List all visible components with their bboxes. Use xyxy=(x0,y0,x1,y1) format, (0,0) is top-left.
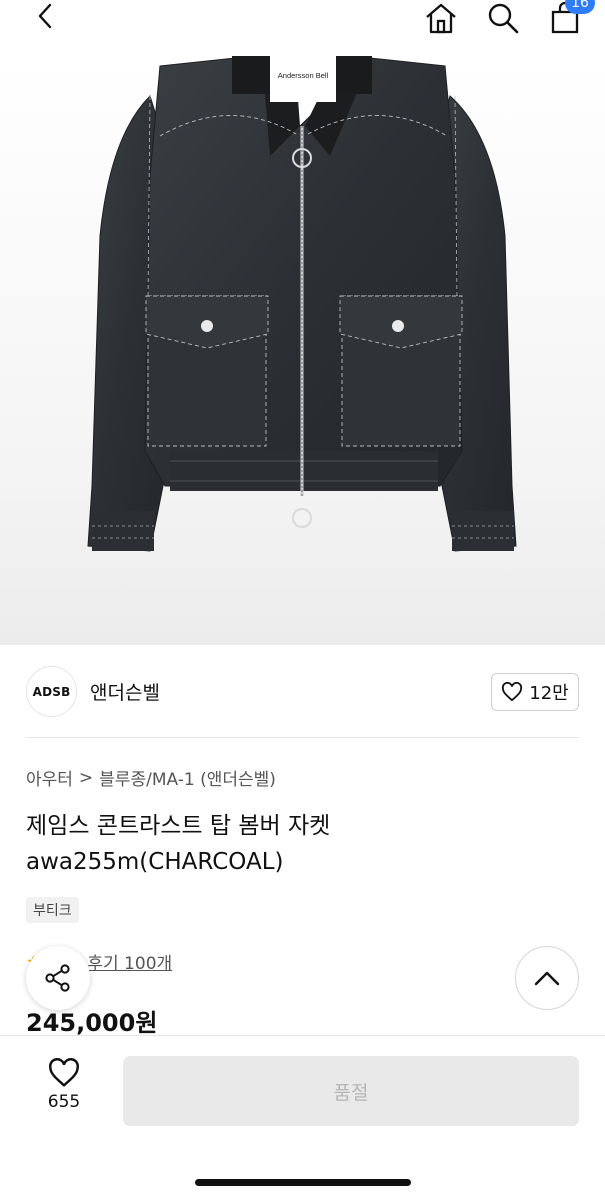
brand-logo[interactable]: ADSB xyxy=(26,666,77,717)
heart-icon xyxy=(502,682,523,702)
back-button[interactable] xyxy=(28,0,62,34)
divider xyxy=(26,737,579,738)
wishlist-count: 655 xyxy=(47,1092,81,1112)
brand-like-button[interactable]: 12만 xyxy=(491,673,579,711)
brand-like-count: 12만 xyxy=(529,683,569,704)
bottom-action-bar: 655 품절 xyxy=(0,1035,605,1200)
cart-button[interactable]: 16 xyxy=(545,0,595,36)
jacket-illustration: Andersson Bell xyxy=(87,56,517,552)
product-title: 제임스 콘트라스트 탑 봄버 자켓 awa255m(CHARCOAL) xyxy=(26,813,331,875)
jacket-label-text: Andersson Bell xyxy=(278,71,329,80)
chevron-up-icon xyxy=(534,971,560,986)
home-indicator xyxy=(195,1179,411,1186)
search-button[interactable] xyxy=(483,0,523,36)
product-price: 245,000원 xyxy=(26,1009,158,1037)
sold-out-button[interactable]: 품절 xyxy=(123,1056,579,1126)
brand-row: ADSB 앤더슨벨 12만 xyxy=(0,646,605,736)
home-button[interactable] xyxy=(421,0,461,36)
breadcrumb-category[interactable]: 블루종/MA-1 (앤더슨벨) xyxy=(99,765,276,790)
share-button[interactable] xyxy=(26,946,90,1010)
breadcrumb: 아우터 > 블루종/MA-1 (앤더슨벨) xyxy=(26,765,276,791)
home-icon xyxy=(426,3,456,34)
product-image[interactable]: Andersson Bell xyxy=(0,56,605,645)
back-arrow-icon xyxy=(38,3,52,29)
scroll-top-button[interactable] xyxy=(515,946,579,1010)
brand-name[interactable]: 앤더슨벨 xyxy=(90,678,160,705)
cart-count-badge: 16 xyxy=(565,0,595,14)
wishlist-button[interactable]: 655 xyxy=(30,1058,98,1128)
heart-icon xyxy=(49,1058,79,1087)
breadcrumb-parent[interactable]: 아우터 xyxy=(26,765,73,790)
share-icon xyxy=(45,964,70,992)
breadcrumb-separator: > xyxy=(78,767,94,788)
boutique-tag: 부티크 xyxy=(26,897,79,923)
review-link[interactable]: 후기 100개 xyxy=(87,949,172,974)
top-nav-bar: 16 xyxy=(0,0,605,56)
search-icon xyxy=(488,3,519,34)
